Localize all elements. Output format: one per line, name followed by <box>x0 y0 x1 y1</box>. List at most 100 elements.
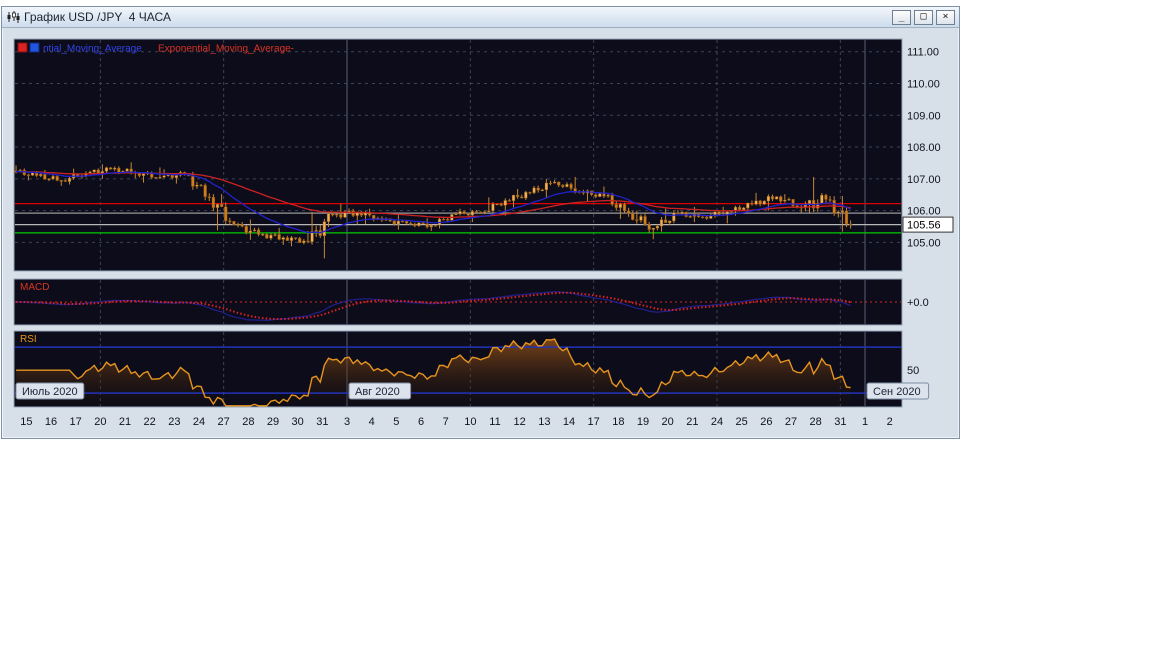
candle-body <box>742 207 746 210</box>
candle-body <box>141 173 146 176</box>
candle-body <box>495 203 499 206</box>
candle-body <box>849 223 853 226</box>
x-axis-label: 25 <box>736 416 748 428</box>
candle-body <box>474 211 479 213</box>
legend-ma1-label: ntial_Moving_Average <box>43 44 142 55</box>
chart-canvas[interactable]: 111.00 110.00 109.00 108.00 107.00 106.00 105.… <box>10 33 954 437</box>
y-axis-label: 108.00 <box>907 142 941 154</box>
x-axis-label: 14 <box>563 416 575 428</box>
candle-body <box>516 194 520 198</box>
x-axis-label: 16 <box>45 416 57 428</box>
legend-swatch-blue[interactable] <box>29 42 40 53</box>
macd-axis-label: +0.0 <box>907 297 929 309</box>
macd-panel-label: MACD <box>20 282 49 293</box>
x-axis-label: 1 <box>862 416 868 428</box>
candle-body <box>487 210 491 212</box>
x-axis-label: 28 <box>242 416 254 428</box>
candle-body <box>627 210 631 214</box>
candle-body <box>598 193 602 197</box>
candle-body <box>520 196 524 199</box>
candle-body <box>322 221 326 237</box>
candle-body <box>787 199 791 201</box>
candle-body <box>594 194 598 197</box>
candle-body <box>775 196 779 200</box>
candle-body <box>281 237 285 240</box>
candle-body <box>610 194 614 205</box>
candle-body <box>783 199 787 202</box>
candle-body <box>758 200 762 205</box>
candle-body <box>631 213 635 220</box>
candle-body <box>614 204 618 208</box>
x-axis-label: 2 <box>887 416 893 428</box>
close-button[interactable]: × <box>936 9 955 25</box>
x-axis-label: 6 <box>418 416 424 428</box>
month-badge-label: Сен 2020 <box>873 386 921 398</box>
x-axis-label: 24 <box>711 416 723 428</box>
candlestick-chart-icon <box>6 11 20 23</box>
restore-button[interactable]: □ <box>914 9 933 25</box>
candle-body <box>622 203 627 212</box>
window-title: График USD /JPY 4 ЧАСА <box>24 10 171 24</box>
x-axis-label: 27 <box>218 416 230 428</box>
candle-body <box>285 237 289 241</box>
candle-body <box>470 211 474 216</box>
x-axis-label: 31 <box>834 416 846 428</box>
x-axis-label: 20 <box>94 416 106 428</box>
candle-body <box>733 206 738 211</box>
candle-body <box>491 203 495 211</box>
candle-body <box>109 167 113 170</box>
x-axis-label: 31 <box>316 416 328 428</box>
window-titlebar[interactable]: График USD /JPY 4 ЧАСА _ □ × <box>2 7 959 28</box>
candle-body <box>39 174 43 176</box>
candle-body <box>548 182 553 185</box>
candle-body <box>466 213 470 216</box>
x-axis-label: 29 <box>267 416 279 428</box>
candle-body <box>400 220 405 223</box>
candle-body <box>770 196 775 200</box>
x-axis-label: 18 <box>612 416 624 428</box>
candle-body <box>88 171 92 174</box>
x-axis-label: 28 <box>810 416 822 428</box>
y-axis-label: 107.00 <box>907 174 941 186</box>
candle-body <box>257 229 261 235</box>
candle-body <box>26 174 30 176</box>
candle-body <box>413 223 417 226</box>
legend-swatch-red[interactable] <box>17 42 28 53</box>
candle-body <box>232 221 236 226</box>
x-axis-label: 5 <box>393 416 399 428</box>
candle-body <box>162 175 166 178</box>
rsi-panel-label: RSI <box>20 334 37 345</box>
candle-body <box>289 237 294 241</box>
candle-body <box>236 224 240 226</box>
candle-body <box>59 180 63 182</box>
candle-body <box>96 169 100 174</box>
candle-body <box>228 220 232 222</box>
candle-body <box>273 234 277 236</box>
candle-body <box>351 210 355 216</box>
candle-body <box>618 203 622 208</box>
candle-body <box>92 169 96 173</box>
x-axis-label: 22 <box>144 416 156 428</box>
candle-body <box>606 194 610 197</box>
y-axis-label: 106.00 <box>907 206 941 218</box>
candle-body <box>458 211 462 214</box>
candle-body <box>717 211 721 216</box>
candle-body <box>766 196 770 202</box>
panel-main <box>13 38 903 272</box>
candle-body <box>47 178 51 181</box>
candle-body <box>224 206 228 221</box>
x-axis-label: 17 <box>70 416 82 428</box>
candle-body <box>651 227 655 230</box>
x-axis-label: 3 <box>344 416 350 428</box>
candle-body <box>635 219 639 221</box>
candle-body <box>746 202 750 209</box>
candle-body <box>248 230 252 234</box>
minimize-button[interactable]: _ <box>892 9 911 25</box>
candle-body <box>396 220 400 225</box>
candle-body <box>191 175 195 187</box>
candle-body <box>664 219 668 223</box>
chart-area[interactable]: 111.00 110.00 109.00 108.00 107.00 106.00 105.… <box>2 29 959 438</box>
candle-body <box>409 223 413 225</box>
candle-body <box>302 240 306 243</box>
candle-body <box>602 193 606 197</box>
